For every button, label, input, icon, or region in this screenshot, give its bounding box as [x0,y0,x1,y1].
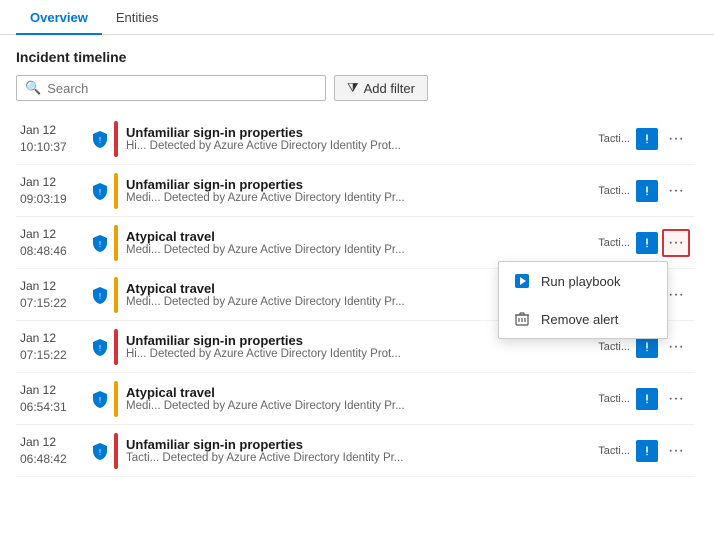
svg-text:!: ! [99,396,101,405]
alert-icon [636,440,658,462]
section-title: Incident timeline [16,49,698,65]
more-options-button[interactable]: ··· [662,177,690,205]
context-menu-run-playbook[interactable]: Run playbook [499,262,667,300]
tab-overview[interactable]: Overview [16,0,102,35]
svg-text:!: ! [99,240,101,249]
date-label: Jan 12 [20,330,86,347]
shield-icon: ! [90,442,110,460]
tactic-badge: Tacti... [598,341,630,353]
severity-indicator [114,329,118,365]
severity-indicator [114,381,118,417]
shield-icon: ! [90,390,110,408]
main-content: Incident timeline 🔍 ⧩ Add filter Jan 12 … [0,35,714,513]
info-col: Unfamiliar sign-in properties Hi... Dete… [126,125,592,152]
tab-entities[interactable]: Entities [102,0,173,35]
time-label: 07:15:22 [20,347,86,364]
info-col: Unfamiliar sign-in properties Tacti... D… [126,437,592,464]
time-col: Jan 12 06:48:42 [20,434,86,468]
date-label: Jan 12 [20,122,86,139]
incident-sub: Hi... Detected by Azure Active Directory… [126,140,592,152]
incident-title: Atypical travel [126,385,592,400]
svg-text:!: ! [99,136,101,145]
date-label: Jan 12 [20,174,86,191]
date-label: Jan 12 [20,278,86,295]
alert-icon [636,128,658,150]
svg-text:!: ! [99,188,101,197]
run-playbook-label: Run playbook [541,274,621,289]
svg-text:!: ! [99,344,101,353]
svg-text:!: ! [99,292,101,301]
incident-sub: Medi... Detected by Azure Active Directo… [126,244,592,256]
time-col: Jan 12 06:54:31 [20,382,86,416]
more-options-button[interactable]: ··· [662,437,690,465]
filter-icon: ⧩ [347,80,359,96]
search-input-wrap[interactable]: 🔍 [16,75,326,101]
tactic-badge: Tacti... [598,237,630,249]
severity-indicator [114,277,118,313]
search-bar: 🔍 ⧩ Add filter [16,75,698,101]
time-label: 07:15:22 [20,295,86,312]
incident-title: Unfamiliar sign-in properties [126,177,592,192]
time-col: Jan 12 07:15:22 [20,278,86,312]
shield-icon: ! [90,130,110,148]
incident-title: Atypical travel [126,229,592,244]
info-col: Atypical travel Medi... Detected by Azur… [126,385,592,412]
info-col: Atypical travel Medi... Detected by Azur… [126,229,592,256]
alert-icon [636,232,658,254]
more-options-button[interactable]: ··· [662,125,690,153]
incident-title: Unfamiliar sign-in properties [126,125,592,140]
incident-sub: Medi... Detected by Azure Active Directo… [126,192,592,204]
alert-icon [636,388,658,410]
tactic-badge: Tacti... [598,133,630,145]
time-label: 06:48:42 [20,451,86,468]
incident-title: Unfamiliar sign-in properties [126,437,592,452]
svg-text:!: ! [99,448,101,457]
tactic-badge: Tacti... [598,185,630,197]
timeline-row: Jan 12 10:10:37 ! Unfamiliar sign-in pro… [16,113,694,165]
severity-indicator [114,121,118,157]
shield-icon: ! [90,338,110,356]
severity-indicator [114,225,118,261]
time-label: 06:54:31 [20,399,86,416]
shield-icon: ! [90,286,110,304]
time-label: 09:03:19 [20,191,86,208]
incident-sub: Hi... Detected by Azure Active Directory… [126,348,592,360]
time-col: Jan 12 08:48:46 [20,226,86,260]
incident-sub: Medi... Detected by Azure Active Directo… [126,400,592,412]
timeline-row: Jan 12 06:48:42 ! Unfamiliar sign-in pro… [16,425,694,477]
context-menu-remove-alert[interactable]: Remove alert [499,300,667,338]
info-col: Unfamiliar sign-in properties Medi... De… [126,177,592,204]
time-label: 08:48:46 [20,243,86,260]
more-options-button[interactable]: ··· [662,385,690,413]
context-menu: Run playbook Remove alert [498,261,668,339]
alert-icon [636,180,658,202]
tab-bar: Overview Entities [0,0,714,35]
time-col: Jan 12 07:15:22 [20,330,86,364]
shield-icon: ! [90,234,110,252]
time-col: Jan 12 10:10:37 [20,122,86,156]
search-input[interactable] [47,81,317,96]
tactic-badge: Tacti... [598,393,630,405]
incident-sub: Tacti... Detected by Azure Active Direct… [126,452,592,464]
severity-indicator [114,433,118,469]
add-filter-button[interactable]: ⧩ Add filter [334,75,428,101]
timeline-row: Jan 12 09:03:19 ! Unfamiliar sign-in pro… [16,165,694,217]
run-playbook-icon [513,272,531,290]
more-options-button[interactable]: ··· [662,229,690,257]
add-filter-label: Add filter [364,81,415,96]
timeline-row: Jan 12 06:54:31 ! Atypical travel Medi..… [16,373,694,425]
time-label: 10:10:37 [20,139,86,156]
search-icon: 🔍 [25,80,41,96]
tactic-badge: Tacti... [598,445,630,457]
severity-indicator [114,173,118,209]
remove-alert-label: Remove alert [541,312,618,327]
date-label: Jan 12 [20,382,86,399]
date-label: Jan 12 [20,226,86,243]
date-label: Jan 12 [20,434,86,451]
remove-alert-icon [513,310,531,328]
timeline-container: Jan 12 10:10:37 ! Unfamiliar sign-in pro… [16,113,698,513]
shield-icon: ! [90,182,110,200]
time-col: Jan 12 09:03:19 [20,174,86,208]
